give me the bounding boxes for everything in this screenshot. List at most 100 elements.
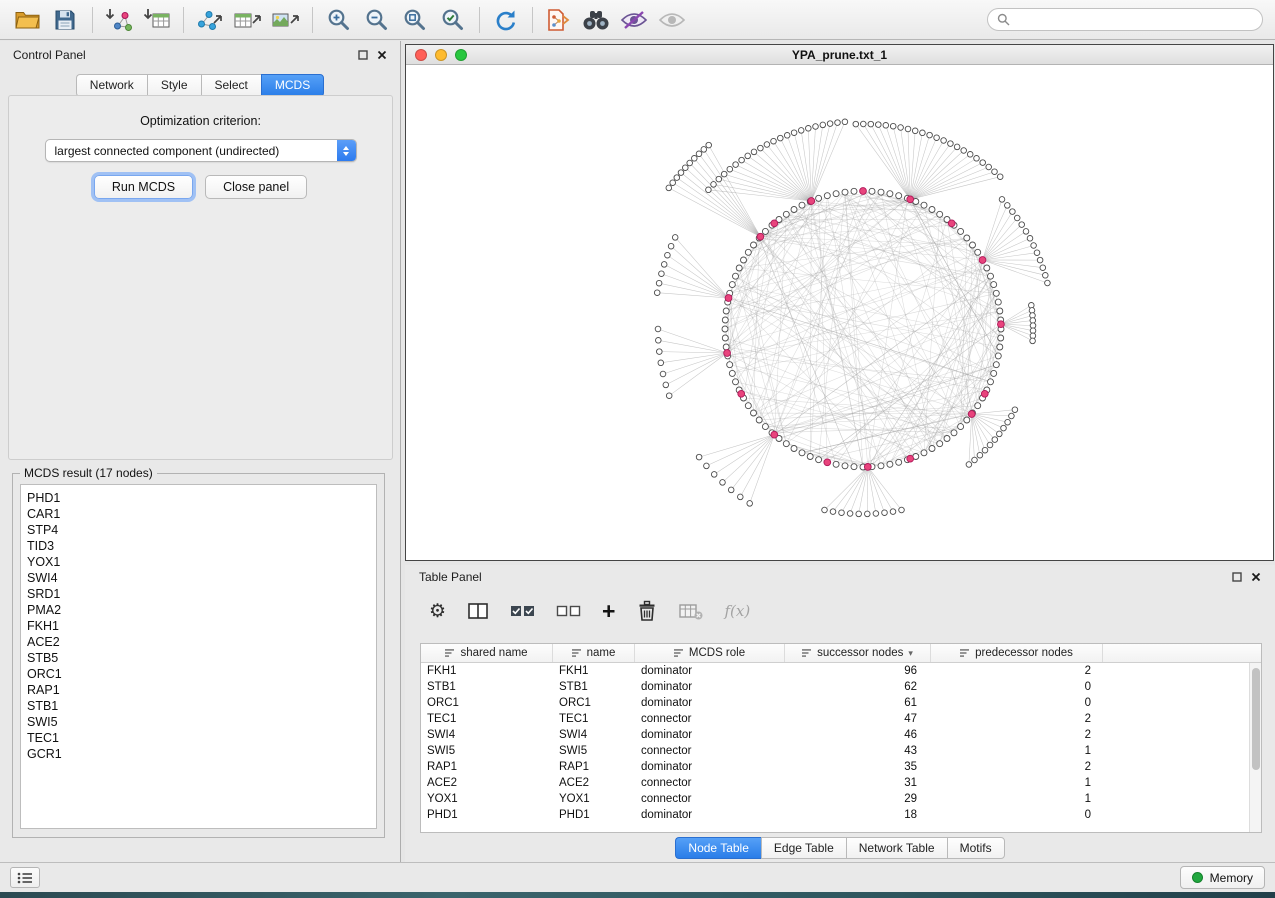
table-settings-icon[interactable]: ⚙ bbox=[429, 602, 446, 621]
show-all-icon[interactable] bbox=[657, 5, 687, 35]
table-row[interactable]: TEC1TEC1connector472 bbox=[421, 711, 1261, 727]
column-header-name[interactable]: name bbox=[553, 644, 635, 662]
close-panel-icon[interactable] bbox=[377, 50, 387, 60]
cell-successor-nodes: 62 bbox=[785, 681, 931, 693]
close-panel-icon[interactable] bbox=[1251, 572, 1261, 582]
toolbar-separator bbox=[312, 7, 313, 33]
zoom-fit-icon[interactable] bbox=[399, 5, 429, 35]
add-row-icon[interactable]: + bbox=[602, 600, 615, 623]
mcds-result-list[interactable]: PHD1CAR1STP4TID3YOX1SWI4SRD1PMA2FKH1ACE2… bbox=[20, 484, 377, 829]
network-window-titlebar[interactable]: YPA_prune.txt_1 bbox=[406, 45, 1273, 65]
cell-name: ACE2 bbox=[553, 777, 635, 789]
mcds-result-item[interactable]: RAP1 bbox=[27, 682, 370, 698]
cell-mcds-role: dominator bbox=[635, 809, 785, 821]
table-row[interactable]: SWI4SWI4dominator462 bbox=[421, 727, 1261, 743]
export-network-icon[interactable] bbox=[194, 5, 224, 35]
search-box[interactable] bbox=[987, 8, 1263, 31]
mcds-result-item[interactable]: SWI5 bbox=[27, 714, 370, 730]
window-zoom-button[interactable] bbox=[455, 49, 467, 61]
mcds-result-item[interactable]: SRD1 bbox=[27, 586, 370, 602]
memory-button[interactable]: Memory bbox=[1180, 866, 1265, 889]
import-table-icon[interactable] bbox=[141, 5, 171, 35]
search-input[interactable] bbox=[1016, 13, 1253, 27]
table-row[interactable]: FKH1FKH1dominator962 bbox=[421, 663, 1261, 679]
table-row[interactable]: YOX1YOX1connector291 bbox=[421, 791, 1261, 807]
clone-network-icon[interactable] bbox=[543, 5, 573, 35]
cell-successor-nodes: 31 bbox=[785, 777, 931, 789]
find-icon[interactable] bbox=[581, 5, 611, 35]
network-canvas[interactable] bbox=[406, 65, 1273, 560]
tab-network-table[interactable]: Network Table bbox=[846, 837, 947, 859]
mcds-result-item[interactable]: STB1 bbox=[27, 698, 370, 714]
table-row[interactable]: ORC1ORC1dominator610 bbox=[421, 695, 1261, 711]
mcds-result-item[interactable]: CAR1 bbox=[27, 506, 370, 522]
cell-predecessor-nodes: 1 bbox=[931, 745, 1103, 757]
zoom-selected-icon[interactable] bbox=[437, 5, 467, 35]
table-row[interactable]: STB1STB1dominator620 bbox=[421, 679, 1261, 695]
memory-label: Memory bbox=[1210, 871, 1253, 885]
column-header-predecessor-nodes[interactable]: predecessor nodes bbox=[931, 644, 1103, 662]
run-mcds-button[interactable]: Run MCDS bbox=[94, 175, 193, 199]
float-panel-icon[interactable] bbox=[358, 50, 368, 60]
mcds-result-item[interactable]: SWI4 bbox=[27, 570, 370, 586]
select-all-icon[interactable] bbox=[510, 602, 535, 620]
network-view-window: YPA_prune.txt_1 bbox=[405, 44, 1274, 561]
hide-selected-icon[interactable] bbox=[619, 5, 649, 35]
zoom-out-icon[interactable] bbox=[361, 5, 391, 35]
cell-successor-nodes: 96 bbox=[785, 665, 931, 677]
export-table-icon[interactable] bbox=[232, 5, 262, 35]
table-scrollbar[interactable] bbox=[1249, 663, 1261, 832]
window-close-button[interactable] bbox=[415, 49, 427, 61]
mcds-result-item[interactable]: STP4 bbox=[27, 522, 370, 538]
column-header-successor-nodes[interactable]: successor nodes▾ bbox=[785, 644, 931, 662]
import-network-icon[interactable] bbox=[103, 5, 133, 35]
column-header-mcds-role[interactable]: MCDS role bbox=[635, 644, 785, 662]
tab-style[interactable]: Style bbox=[147, 74, 201, 97]
mcds-result-item[interactable]: TID3 bbox=[27, 538, 370, 554]
column-header-shared-name[interactable]: shared name bbox=[421, 644, 553, 662]
mcds-panel: Optimization criterion: largest connecte… bbox=[8, 95, 393, 460]
tab-mcds[interactable]: MCDS bbox=[261, 74, 324, 97]
tab-motifs[interactable]: Motifs bbox=[947, 837, 1005, 859]
mcds-result-item[interactable]: PMA2 bbox=[27, 602, 370, 618]
mcds-result-item[interactable]: YOX1 bbox=[27, 554, 370, 570]
show-columns-icon[interactable] bbox=[467, 601, 489, 621]
tab-network[interactable]: Network bbox=[76, 74, 147, 97]
cell-name: STB1 bbox=[553, 681, 635, 693]
table-row[interactable]: RAP1RAP1dominator352 bbox=[421, 759, 1261, 775]
mcds-result-item[interactable]: STB5 bbox=[27, 650, 370, 666]
zoom-in-icon[interactable] bbox=[323, 5, 353, 35]
table-row[interactable]: PHD1PHD1dominator180 bbox=[421, 807, 1261, 823]
function-builder-icon: f(x) bbox=[724, 602, 750, 620]
mcds-result-item[interactable]: FKH1 bbox=[27, 618, 370, 634]
cell-mcds-role: dominator bbox=[635, 697, 785, 709]
refresh-icon[interactable] bbox=[490, 5, 520, 35]
show-panels-button[interactable] bbox=[10, 867, 40, 888]
export-image-icon[interactable] bbox=[270, 5, 300, 35]
deselect-all-icon[interactable] bbox=[556, 602, 581, 620]
float-panel-icon[interactable] bbox=[1232, 572, 1242, 582]
application-window: Control Panel NetworkStyleSelectMCDS Opt… bbox=[0, 0, 1275, 898]
cell-predecessor-nodes: 2 bbox=[931, 761, 1103, 773]
table-row[interactable]: SWI5SWI5connector431 bbox=[421, 743, 1261, 759]
tab-node-table[interactable]: Node Table bbox=[675, 837, 761, 859]
mcds-result-item[interactable]: GCR1 bbox=[27, 746, 370, 762]
delete-row-icon[interactable] bbox=[636, 600, 658, 622]
tab-select[interactable]: Select bbox=[201, 74, 261, 97]
mcds-result-item[interactable]: ORC1 bbox=[27, 666, 370, 682]
cell-shared-name: SWI4 bbox=[421, 729, 553, 741]
tab-edge-table[interactable]: Edge Table bbox=[761, 837, 846, 859]
criterion-dropdown[interactable]: largest connected component (undirected) bbox=[45, 139, 357, 162]
open-session-icon[interactable] bbox=[12, 5, 42, 35]
close-panel-button[interactable]: Close panel bbox=[205, 175, 307, 199]
mcds-result-item[interactable]: ACE2 bbox=[27, 634, 370, 650]
cell-mcds-role: connector bbox=[635, 713, 785, 725]
save-session-icon[interactable] bbox=[50, 5, 80, 35]
window-minimize-button[interactable] bbox=[435, 49, 447, 61]
mcds-result-item[interactable]: PHD1 bbox=[27, 490, 370, 506]
scrollbar-thumb[interactable] bbox=[1252, 668, 1260, 770]
network-graph[interactable] bbox=[406, 65, 1273, 560]
mcds-result-item[interactable]: TEC1 bbox=[27, 730, 370, 746]
cell-name: ORC1 bbox=[553, 697, 635, 709]
table-row[interactable]: ACE2ACE2connector311 bbox=[421, 775, 1261, 791]
